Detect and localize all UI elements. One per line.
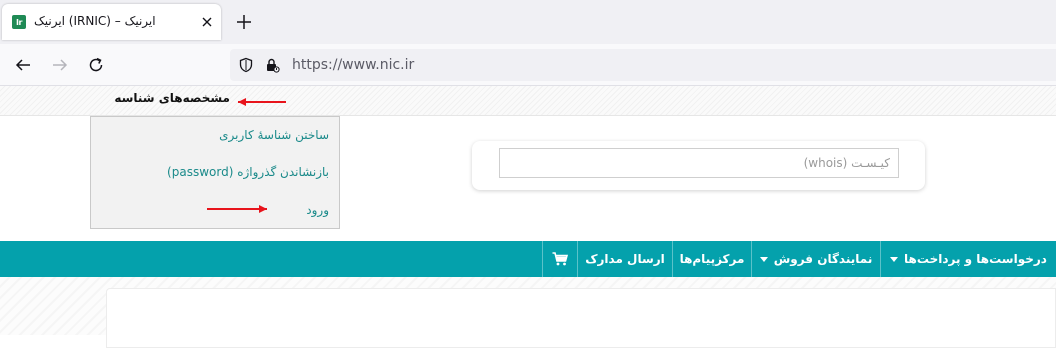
lock-icon[interactable] (264, 57, 280, 73)
cart-button[interactable] (542, 241, 577, 277)
tab-strip: Ir ایرنیک – (IRNIC) ایرنیک (0, 0, 1056, 44)
browser-tab[interactable]: Ir ایرنیک – (IRNIC) ایرنیک (2, 4, 221, 40)
forward-arrow-icon[interactable] (51, 56, 69, 74)
main-content-panel (106, 288, 1056, 348)
back-arrow-icon[interactable] (14, 56, 32, 74)
chevron-down-icon (890, 256, 899, 262)
chevron-down-icon (759, 256, 768, 262)
menu-send-documents[interactable]: ارسال مدارک (577, 241, 672, 277)
web-page: مشخصه‌های شناسه ساختن شناسهٔ کاربری بازن… (0, 86, 1056, 348)
identity-menu-toggle[interactable]: مشخصه‌های شناسه (100, 91, 230, 105)
menu-sales-agents[interactable]: نمایندگان فروش (751, 241, 880, 277)
menu-item-reset-password[interactable]: بازنشاندن گذرواژه (password) (167, 165, 329, 179)
shopping-cart-icon (552, 252, 568, 266)
top-user-strip: مشخصه‌های شناسه (0, 86, 1056, 116)
menu-sales-agents-label: نمایندگان فروش (773, 252, 873, 266)
main-menu-bar: درخواست‌ها و پرداخت‌ها نمایندگان فروش مر… (0, 241, 1056, 277)
annotation-arrow-icon (207, 205, 267, 213)
whois-search-input[interactable] (499, 148, 899, 178)
menu-message-center-label: مرکزپیام‌ها (679, 252, 745, 266)
close-icon[interactable] (199, 14, 215, 30)
account-dropdown-menu: ساختن شناسهٔ کاربری بازنشاندن گذرواژه (p… (90, 116, 340, 229)
address-bar[interactable]: https://www.nic.ir (230, 49, 1056, 81)
menu-send-documents-label: ارسال مدارک (585, 252, 665, 266)
navigation-bar: https://www.nic.ir (0, 44, 1056, 86)
menu-item-login[interactable]: ورود (306, 203, 329, 217)
menu-item-create-user-id[interactable]: ساختن شناسهٔ کاربری (219, 128, 329, 142)
shield-icon[interactable] (238, 57, 254, 73)
new-tab-plus-icon[interactable] (234, 12, 254, 32)
menu-requests-payments-label: درخواست‌ها و پرداخت‌ها (904, 252, 1047, 266)
site-favicon-icon: Ir (12, 15, 26, 29)
menu-requests-payments[interactable]: درخواست‌ها و پرداخت‌ها (880, 241, 1056, 277)
content-background (0, 277, 1056, 348)
menu-message-center[interactable]: مرکزپیام‌ها (672, 241, 751, 277)
whois-search-card (472, 141, 925, 190)
tab-title: ایرنیک – (IRNIC) ایرنیک (34, 14, 156, 28)
annotation-arrow-icon (238, 98, 286, 106)
reload-icon[interactable] (87, 56, 105, 74)
url-text[interactable]: https://www.nic.ir (292, 57, 414, 73)
